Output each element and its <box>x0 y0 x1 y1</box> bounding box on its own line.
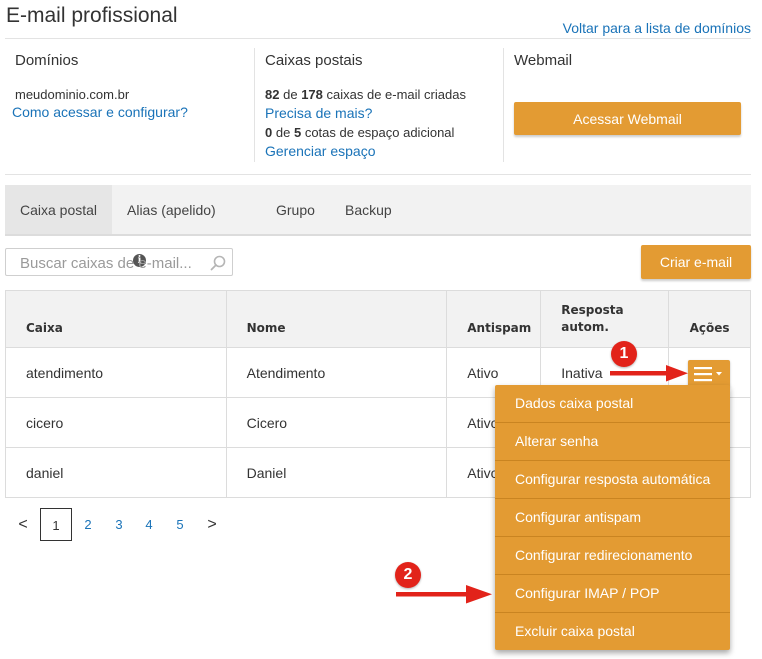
tab-alias-label: Alias (apelido) <box>127 202 216 218</box>
need-more-row: Precisa de mais? <box>265 104 500 123</box>
domains-heading: Domínios <box>15 52 79 69</box>
access-webmail-button[interactable]: Acessar Webmail <box>514 102 741 135</box>
page-title: E-mail profissional <box>6 4 178 27</box>
page-2-button[interactable]: 2 <box>72 508 104 541</box>
page-4-button[interactable]: 4 <box>133 508 165 541</box>
extra-quota-count: 0 de 5 cotas de espaço adicional <box>265 123 500 142</box>
prev-page-button[interactable]: < <box>7 508 39 541</box>
column-header-nome[interactable]: Nome <box>225 290 447 348</box>
search-input[interactable] <box>18 253 202 273</box>
cell-caixa: cicero <box>5 397 227 448</box>
menu-item-antispam[interactable]: Configurar antispam <box>495 498 730 536</box>
menu-item-excluir-caixa-postal[interactable]: Excluir caixa postal <box>495 612 730 650</box>
menu-item-dados-caixa-postal[interactable]: Dados caixa postal <box>495 385 730 422</box>
page-5-button[interactable]: 5 <box>164 508 196 541</box>
tab-backup[interactable]: Backup <box>331 185 406 234</box>
summary-separator <box>503 48 504 162</box>
column-header-antispam[interactable]: Antispam <box>446 290 541 348</box>
caret-down-icon <box>716 372 722 376</box>
summary-separator <box>254 48 255 162</box>
mailboxes-summary: Caixas postais 82 de 178 caixas de e-mai… <box>265 52 500 170</box>
search-box[interactable] <box>5 248 233 276</box>
column-header-resposta[interactable]: Resposta autom. <box>540 290 669 348</box>
manage-space-row: Gerenciar espaço <box>265 142 500 161</box>
actions-dropdown-menu: Dados caixa postal Alterar senha Configu… <box>495 385 730 650</box>
table-header-row: Caixa Nome Antispam Resposta autom. Açõe… <box>5 290 751 348</box>
cell-caixa: atendimento <box>5 347 227 398</box>
column-header-caixa[interactable]: Caixa <box>5 290 227 348</box>
menu-item-resposta-automatica[interactable]: Configurar resposta automática <box>495 460 730 498</box>
menu-item-alterar-senha[interactable]: Alterar senha <box>495 422 730 460</box>
annotation-arrow-1-icon <box>610 365 688 382</box>
manage-space-link[interactable]: Gerenciar espaço <box>265 143 376 159</box>
tabs-bar: Caixa postal Alias (apelido)i Grupo Back… <box>5 185 751 267</box>
extra-quota-used: 0 <box>265 125 273 140</box>
tab-grupo[interactable]: Grupo <box>262 185 329 234</box>
how-to-configure-link[interactable]: Como acessar e configurar? <box>12 104 188 120</box>
hamburger-menu-icon <box>694 367 722 382</box>
search-icon[interactable] <box>210 255 226 271</box>
webmail-heading: Webmail <box>514 52 573 69</box>
mailbox-count: 82 de 178 caixas de e-mail criadas <box>265 85 500 104</box>
summary-divider <box>5 174 751 175</box>
extra-quota-total: 5 <box>293 125 302 140</box>
mailboxes-heading: Caixas postais <box>265 52 363 69</box>
annotation-arrow-2-icon <box>396 585 492 604</box>
domain-name: meudominio.com.br <box>15 87 130 102</box>
column-header-acoes: Ações <box>668 290 751 348</box>
cell-nome: Atendimento <box>225 347 447 398</box>
extra-quota-of-word: de <box>275 125 291 140</box>
menu-item-imap-pop[interactable]: Configurar IMAP / POP <box>495 574 730 612</box>
cell-nome: Daniel <box>225 447 447 498</box>
actions-menu-button[interactable] <box>688 360 730 388</box>
mailbox-created-suffix: caixas de e-mail criadas <box>326 87 466 102</box>
back-to-domains-link[interactable]: Voltar para a lista de domínios <box>563 20 751 36</box>
cell-nome: Cicero <box>225 397 447 448</box>
mailbox-of-word: de <box>283 87 298 102</box>
mailbox-created-count: 82 <box>265 87 280 102</box>
menu-item-redirecionamento[interactable]: Configurar redirecionamento <box>495 536 730 574</box>
tab-caixa-postal[interactable]: Caixa postal <box>5 185 112 234</box>
page-1-button[interactable]: 1 <box>40 508 72 541</box>
need-more-link[interactable]: Precisa de mais? <box>265 105 372 121</box>
cell-caixa: daniel <box>5 447 227 498</box>
page-3-button[interactable]: 3 <box>103 508 135 541</box>
next-page-button[interactable]: > <box>196 508 228 541</box>
create-email-button[interactable]: Criar e-mail <box>641 245 751 279</box>
extra-quota-suffix: cotas de espaço adicional <box>304 125 455 140</box>
mailbox-total-count: 178 <box>301 87 323 102</box>
header-divider <box>5 38 751 39</box>
tab-alias[interactable]: Alias (apelido)i <box>113 185 248 267</box>
